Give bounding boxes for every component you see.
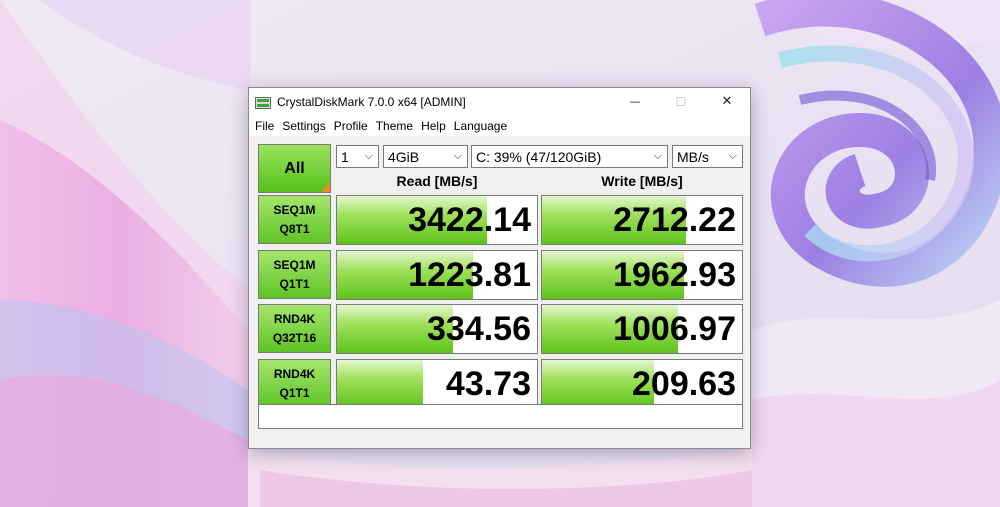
test-params: Q32T16 xyxy=(272,330,317,345)
write-header: Write [MB/s] xyxy=(601,173,683,189)
test-button-seq1m-q1t1[interactable]: SEQ1M Q1T1 xyxy=(258,250,331,299)
read-value: 334.56 xyxy=(427,309,531,348)
read-result-rnd4k-q32t16: 334.56 xyxy=(336,304,538,354)
menu-bar: File Settings Profile Theme Help Languag… xyxy=(249,115,750,136)
menu-settings[interactable]: Settings xyxy=(278,119,329,133)
corner-marker xyxy=(321,183,330,192)
read-value: 1223.81 xyxy=(408,255,531,294)
test-button-seq1m-q8t1[interactable]: SEQ1M Q8T1 xyxy=(258,195,331,244)
test-name: RND4K xyxy=(273,311,316,326)
test-name: RND4K xyxy=(273,366,316,381)
read-result-rnd4k-q1t1: 43.73 xyxy=(336,359,538,409)
test-name: SEQ1M xyxy=(273,202,316,217)
close-icon: ✕ xyxy=(721,94,733,109)
menu-language[interactable]: Language xyxy=(450,119,511,133)
crystaldiskmark-window: CrystalDiskMark 7.0.0 x64 [ADMIN] — ☐ ✕ … xyxy=(248,87,751,449)
test-params: Q8T1 xyxy=(279,221,310,236)
read-header: Read [MB/s] xyxy=(396,173,478,189)
test-name: SEQ1M xyxy=(273,257,316,272)
unit-select[interactable]: MB/s ⌵ xyxy=(672,145,743,168)
disk-app-icon xyxy=(255,95,271,109)
title-bar[interactable]: CrystalDiskMark 7.0.0 x64 [ADMIN] — ☐ ✕ xyxy=(249,88,750,115)
write-value: 1962.93 xyxy=(613,255,736,294)
test-params: Q1T1 xyxy=(279,385,310,400)
read-value: 43.73 xyxy=(445,364,531,403)
size-value: 4GiB xyxy=(388,148,420,165)
count-value: 1 xyxy=(341,148,349,165)
chevron-down-icon: ⌵ xyxy=(453,150,462,162)
write-result-seq1m-q1t1: 1962.93 xyxy=(541,250,743,300)
benchmark-panel: All 1 ⌵ 4GiB ⌵ C: 39% (47/120GiB) ⌵ MB/s… xyxy=(249,136,750,448)
chevron-down-icon: ⌵ xyxy=(728,150,737,162)
unit-value: MB/s xyxy=(677,148,709,165)
close-button[interactable]: ✕ xyxy=(704,88,750,115)
window-title: CrystalDiskMark 7.0.0 x64 [ADMIN] xyxy=(277,94,466,109)
write-result-rnd4k-q1t1: 209.63 xyxy=(541,359,743,409)
count-select[interactable]: 1 ⌵ xyxy=(336,145,379,168)
write-value: 209.63 xyxy=(632,364,736,403)
test-params: Q1T1 xyxy=(279,276,310,291)
chevron-down-icon: ⌵ xyxy=(364,150,373,162)
menu-help[interactable]: Help xyxy=(417,119,450,133)
minimize-button[interactable]: — xyxy=(612,88,658,115)
write-value: 2712.22 xyxy=(613,200,736,239)
size-select[interactable]: 4GiB ⌵ xyxy=(383,145,468,168)
maximize-button[interactable]: ☐ xyxy=(658,88,704,115)
comment-field[interactable] xyxy=(258,404,743,429)
test-button-rnd4k-q1t1[interactable]: RND4K Q1T1 xyxy=(258,359,331,408)
maximize-icon: ☐ xyxy=(675,94,687,109)
menu-file[interactable]: File xyxy=(251,119,278,133)
write-result-rnd4k-q32t16: 1006.97 xyxy=(541,304,743,354)
test-button-rnd4k-q32t16[interactable]: RND4K Q32T16 xyxy=(258,304,331,353)
all-button[interactable]: All xyxy=(258,144,331,193)
write-value: 1006.97 xyxy=(613,309,736,348)
read-result-seq1m-q8t1: 3422.14 xyxy=(336,195,538,245)
all-button-label: All xyxy=(284,159,305,177)
menu-profile[interactable]: Profile xyxy=(330,119,372,133)
drive-value: C: 39% (47/120GiB) xyxy=(476,148,602,165)
chevron-down-icon: ⌵ xyxy=(653,150,662,162)
drive-select[interactable]: C: 39% (47/120GiB) ⌵ xyxy=(471,145,668,168)
read-bar xyxy=(337,360,423,408)
write-result-seq1m-q8t1: 2712.22 xyxy=(541,195,743,245)
read-value: 3422.14 xyxy=(408,200,531,239)
minimize-icon: — xyxy=(629,95,641,108)
menu-theme[interactable]: Theme xyxy=(372,119,417,133)
read-result-seq1m-q1t1: 1223.81 xyxy=(336,250,538,300)
